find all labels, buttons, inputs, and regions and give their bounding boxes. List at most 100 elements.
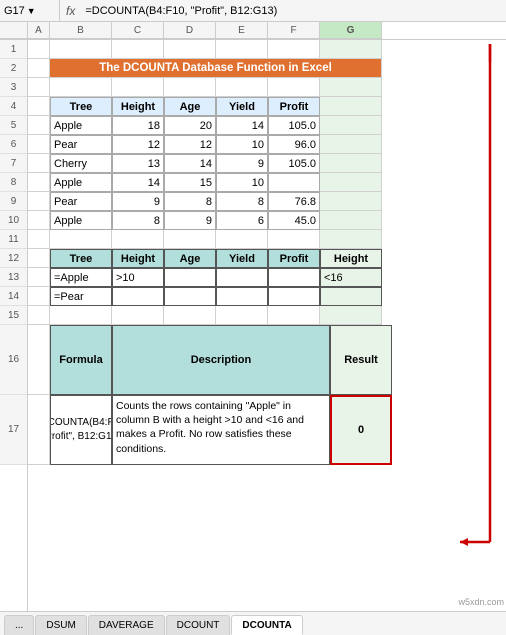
cell-d14[interactable] [164, 287, 216, 306]
cell-a17[interactable] [28, 395, 50, 465]
cell-e5[interactable]: 14 [216, 116, 268, 135]
cell-e10[interactable]: 6 [216, 211, 268, 230]
cell-f3[interactable] [268, 78, 320, 97]
cell-g15[interactable] [320, 306, 382, 325]
cell-b7[interactable]: Cherry [50, 154, 112, 173]
col-header-g[interactable]: G [320, 22, 382, 39]
tab-dsum[interactable]: DSUM [35, 615, 86, 635]
cell-e6[interactable]: 10 [216, 135, 268, 154]
cell-f14[interactable] [268, 287, 320, 306]
cell-e15[interactable] [216, 306, 268, 325]
col-header-e[interactable]: E [216, 22, 268, 39]
cell-c13[interactable]: >10 [112, 268, 164, 287]
cell-a10[interactable] [28, 211, 50, 230]
cell-b8[interactable]: Apple [50, 173, 112, 192]
cell-g9[interactable] [320, 192, 382, 211]
cell-f5[interactable]: 105.0 [268, 116, 320, 135]
cell-g10[interactable] [320, 211, 382, 230]
cell-g4[interactable] [320, 97, 382, 116]
col-header-f[interactable]: F [268, 22, 320, 39]
col-header-b[interactable]: B [50, 22, 112, 39]
cell-a8[interactable] [28, 173, 50, 192]
cell-a1[interactable] [28, 40, 50, 59]
cell-f12-hdr[interactable]: Profit [268, 249, 320, 268]
cell-g1[interactable] [320, 40, 382, 59]
cell-a12[interactable] [28, 249, 50, 268]
cell-a13[interactable] [28, 268, 50, 287]
cell-d3[interactable] [164, 78, 216, 97]
cell-f1[interactable] [268, 40, 320, 59]
cell-b17-formula[interactable]: =DCOUNTA(B4:F10, "Profit", B12:G13) [50, 395, 112, 465]
cell-d5[interactable]: 20 [164, 116, 216, 135]
cell-e12-hdr[interactable]: Yield [216, 249, 268, 268]
cell-c10[interactable]: 8 [112, 211, 164, 230]
col-header-a[interactable]: A [28, 22, 50, 39]
cell-d8[interactable]: 15 [164, 173, 216, 192]
cell-a2[interactable] [28, 59, 50, 78]
cell-b6[interactable]: Pear [50, 135, 112, 154]
cell-e4-hdr[interactable]: Yield [216, 97, 268, 116]
cell-b16-formula-hdr[interactable]: Formula [50, 325, 112, 395]
cell-b11[interactable] [50, 230, 112, 249]
cell-f7[interactable]: 105.0 [268, 154, 320, 173]
cell-b15[interactable] [50, 306, 112, 325]
cell-g6[interactable] [320, 135, 382, 154]
cell-b9[interactable]: Pear [50, 192, 112, 211]
cell-b12-hdr[interactable]: Tree [50, 249, 112, 268]
cell-d15[interactable] [164, 306, 216, 325]
cell-b4-hdr[interactable]: Tree [50, 97, 112, 116]
cell-b13[interactable]: =Apple [50, 268, 112, 287]
cell-g13[interactable]: <16 [320, 268, 382, 287]
cell-f15[interactable] [268, 306, 320, 325]
cell-c5[interactable]: 18 [112, 116, 164, 135]
cell-c6[interactable]: 12 [112, 135, 164, 154]
cell-a5[interactable] [28, 116, 50, 135]
cell-f6[interactable]: 96.0 [268, 135, 320, 154]
cell-f8[interactable] [268, 173, 320, 192]
cell-f11[interactable] [268, 230, 320, 249]
cell-d10[interactable]: 9 [164, 211, 216, 230]
cell-f4-hdr[interactable]: Profit [268, 97, 320, 116]
cell-b10[interactable]: Apple [50, 211, 112, 230]
cell-d1[interactable] [164, 40, 216, 59]
cell-c15[interactable] [112, 306, 164, 325]
cell-b3[interactable] [50, 78, 112, 97]
cell-a3[interactable] [28, 78, 50, 97]
cell-f13[interactable] [268, 268, 320, 287]
cell-d13[interactable] [164, 268, 216, 287]
cell-d12-hdr[interactable]: Age [164, 249, 216, 268]
cell-c14[interactable] [112, 287, 164, 306]
cell-e9[interactable]: 8 [216, 192, 268, 211]
cell-a7[interactable] [28, 154, 50, 173]
cell-c11[interactable] [112, 230, 164, 249]
col-header-d[interactable]: D [164, 22, 216, 39]
cell-reference-box[interactable]: G17 ▼ [0, 0, 60, 21]
cell-g8[interactable] [320, 173, 382, 192]
cell-e3[interactable] [216, 78, 268, 97]
cell-cf16-desc-hdr[interactable]: Description [112, 325, 330, 395]
cell-c12-hdr[interactable]: Height [112, 249, 164, 268]
cell-d4-hdr[interactable]: Age [164, 97, 216, 116]
cell-c8[interactable]: 14 [112, 173, 164, 192]
cell-a6[interactable] [28, 135, 50, 154]
cell-c7[interactable]: 13 [112, 154, 164, 173]
cell-g16-result-hdr[interactable]: Result [330, 325, 392, 395]
cell-b5[interactable]: Apple [50, 116, 112, 135]
cell-c4-hdr[interactable]: Height [112, 97, 164, 116]
cell-a14[interactable] [28, 287, 50, 306]
cell-a16[interactable] [28, 325, 50, 395]
cell-g12-hdr[interactable]: Height [320, 249, 382, 268]
cell-c3[interactable] [112, 78, 164, 97]
cell-e11[interactable] [216, 230, 268, 249]
cell-g14[interactable] [320, 287, 382, 306]
col-header-c[interactable]: C [112, 22, 164, 39]
cell-e13[interactable] [216, 268, 268, 287]
cell-g17-result[interactable]: 0 [330, 395, 392, 465]
cell-a15[interactable] [28, 306, 50, 325]
cell-d9[interactable]: 8 [164, 192, 216, 211]
tab-dcounta[interactable]: DCOUNTA [231, 615, 302, 635]
cell-b14[interactable]: =Pear [50, 287, 112, 306]
cell-c9[interactable]: 9 [112, 192, 164, 211]
cell-a9[interactable] [28, 192, 50, 211]
cell-a4[interactable] [28, 97, 50, 116]
